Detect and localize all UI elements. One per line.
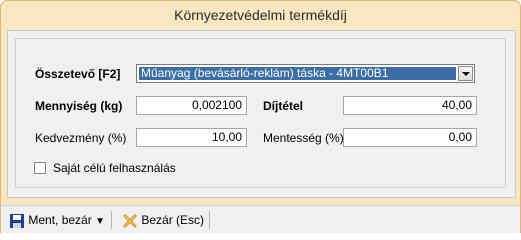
- own-use-checkbox[interactable]: [34, 162, 46, 174]
- component-label: Összetevő [F2]: [35, 67, 121, 81]
- quantity-input[interactable]: 0,002100: [136, 96, 247, 115]
- save-close-label: Ment, bezár: [28, 213, 92, 227]
- dialog-window: Környezetvédelmi termékdíj Összetevő [F2…: [0, 0, 521, 233]
- rate-input[interactable]: 40,00: [343, 96, 477, 115]
- window-title: Környezetvédelmi termékdíj: [174, 7, 347, 23]
- toolbar-separator: [209, 211, 210, 229]
- component-selected-value: Műanyag (bevásárló-reklám) táska - 4MT00…: [139, 67, 456, 80]
- close-x-icon: [123, 214, 137, 228]
- save-close-button[interactable]: Ment, bezár ▼: [9, 210, 105, 230]
- exemption-input[interactable]: 0,00: [343, 128, 477, 147]
- discount-label: Kedvezmény (%): [35, 131, 127, 145]
- caret-down-icon[interactable]: ▼: [95, 216, 105, 227]
- close-button[interactable]: Bezár (Esc): [122, 210, 204, 230]
- own-use-label[interactable]: Saját célú felhasználás: [53, 161, 176, 175]
- chevron-down-icon[interactable]: [458, 66, 473, 81]
- exemption-label: Mentesség (%): [263, 131, 344, 145]
- quantity-label: Mennyiség (kg): [35, 99, 123, 113]
- save-disk-icon: [10, 213, 24, 228]
- bottom-toolbar: Ment, bezár ▼ Bezár (Esc): [1, 205, 520, 233]
- toolbar-separator: [111, 211, 112, 229]
- close-label: Bezár (Esc): [141, 213, 205, 227]
- component-select[interactable]: Műanyag (bevásárló-reklám) táska - 4MT00…: [136, 64, 475, 83]
- rate-label: Díjtétel: [263, 99, 304, 113]
- discount-input[interactable]: 10,00: [136, 128, 247, 147]
